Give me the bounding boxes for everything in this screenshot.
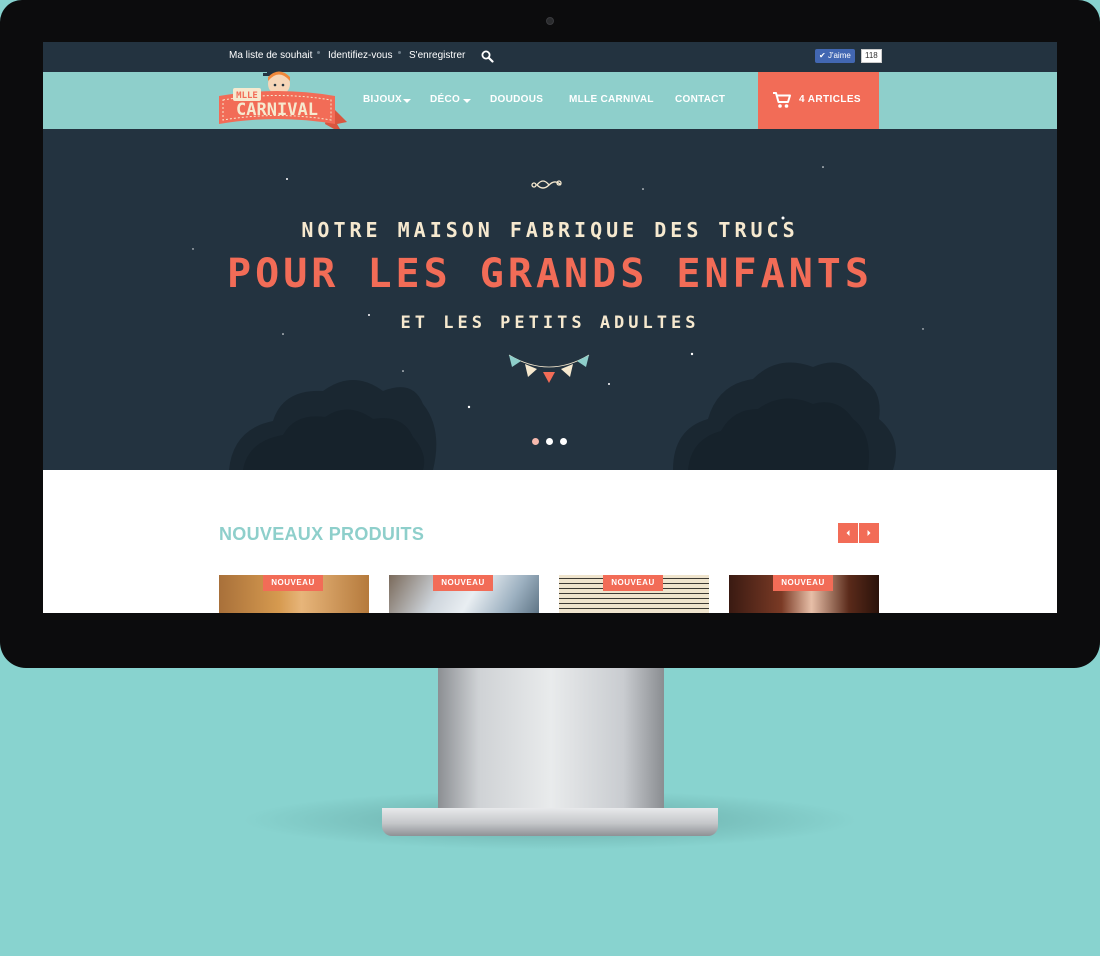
hero-background — [192, 166, 924, 470]
slider-dot-2[interactable] — [546, 438, 553, 445]
nav-item-contact[interactable]: CONTACT — [675, 94, 725, 105]
monitor-bezel: Ma liste de souhait Identifiez-vous S'en… — [0, 0, 1100, 668]
cloud-right — [673, 362, 896, 470]
register-link[interactable]: S'enregistrer — [409, 50, 465, 61]
cloud-left — [229, 380, 437, 470]
bunting-flags — [509, 355, 589, 383]
facebook-like-button[interactable]: ✔ J'aime — [815, 49, 855, 63]
new-badge: NOUVEAU — [263, 575, 323, 591]
new-products-title: NOUVEAUX PRODUITS — [219, 524, 425, 544]
carousel-prev-button[interactable] — [838, 523, 858, 543]
nav-item-deco[interactable]: DÉCO — [430, 94, 460, 105]
product-card[interactable]: NOUVEAU — [559, 575, 709, 613]
nav-item-mlle-carnival[interactable]: MLLE CARNIVAL — [569, 94, 654, 105]
nav-item-doudous[interactable]: DOUDOUS — [490, 94, 543, 105]
logo-text-carnival: CARNIVAL — [236, 100, 318, 120]
facebook-like-label: J'aime — [827, 51, 851, 60]
cart-count-label: 4 ARTICLES — [799, 94, 861, 105]
separator — [398, 51, 401, 54]
new-badge: NOUVEAU — [603, 575, 663, 591]
wishlist-link[interactable]: Ma liste de souhait — [229, 50, 312, 61]
new-badge: NOUVEAU — [433, 575, 493, 591]
check-icon: ✔ — [819, 51, 828, 60]
product-card[interactable]: NOUVEAU — [389, 575, 539, 613]
search-icon[interactable] — [481, 50, 494, 63]
slider-dot-3[interactable] — [560, 438, 567, 445]
login-link[interactable]: Identifiez-vous — [328, 50, 392, 61]
top-utility-bar: Ma liste de souhait Identifiez-vous S'en… — [43, 42, 1057, 72]
hero-headline-line3: ET LES PETITS ADULTES — [400, 313, 700, 333]
monitor-stand — [438, 660, 664, 820]
carousel-next-button[interactable] — [859, 523, 879, 543]
chevron-down-icon — [463, 99, 471, 103]
monitor-stand-base — [382, 808, 718, 836]
hero-headline-line2: POUR LES GRANDS ENFANTS — [227, 251, 873, 297]
hero-slider: NOTRE MAISON FABRIQUE DES TRUCS POUR LES… — [43, 129, 1057, 470]
webcam — [546, 17, 554, 25]
hero-headline-line1: NOTRE MAISON FABRIQUE DES TRUCS — [301, 218, 799, 242]
website-screen: Ma liste de souhait Identifiez-vous S'en… — [43, 42, 1057, 613]
product-card[interactable]: NOUVEAU — [729, 575, 879, 613]
slider-dot-1[interactable] — [532, 438, 539, 445]
product-card[interactable]: NOUVEAU — [219, 575, 369, 613]
chevron-right-icon — [867, 530, 871, 536]
chevron-down-icon — [403, 99, 411, 103]
cart-icon — [773, 92, 791, 108]
facebook-like-count: 118 — [861, 49, 882, 63]
main-navigation: MLLE CARNIVAL BIJOUX DÉCO DOUDOUS MLLE C… — [43, 66, 1057, 134]
new-badge: NOUVEAU — [773, 575, 833, 591]
separator — [317, 51, 320, 54]
nav-item-bijoux[interactable]: BIJOUX — [363, 94, 402, 105]
cart-button[interactable]: 4 ARTICLES — [758, 72, 879, 129]
chevron-left-icon — [846, 530, 850, 536]
flourish-ornament — [531, 180, 562, 189]
